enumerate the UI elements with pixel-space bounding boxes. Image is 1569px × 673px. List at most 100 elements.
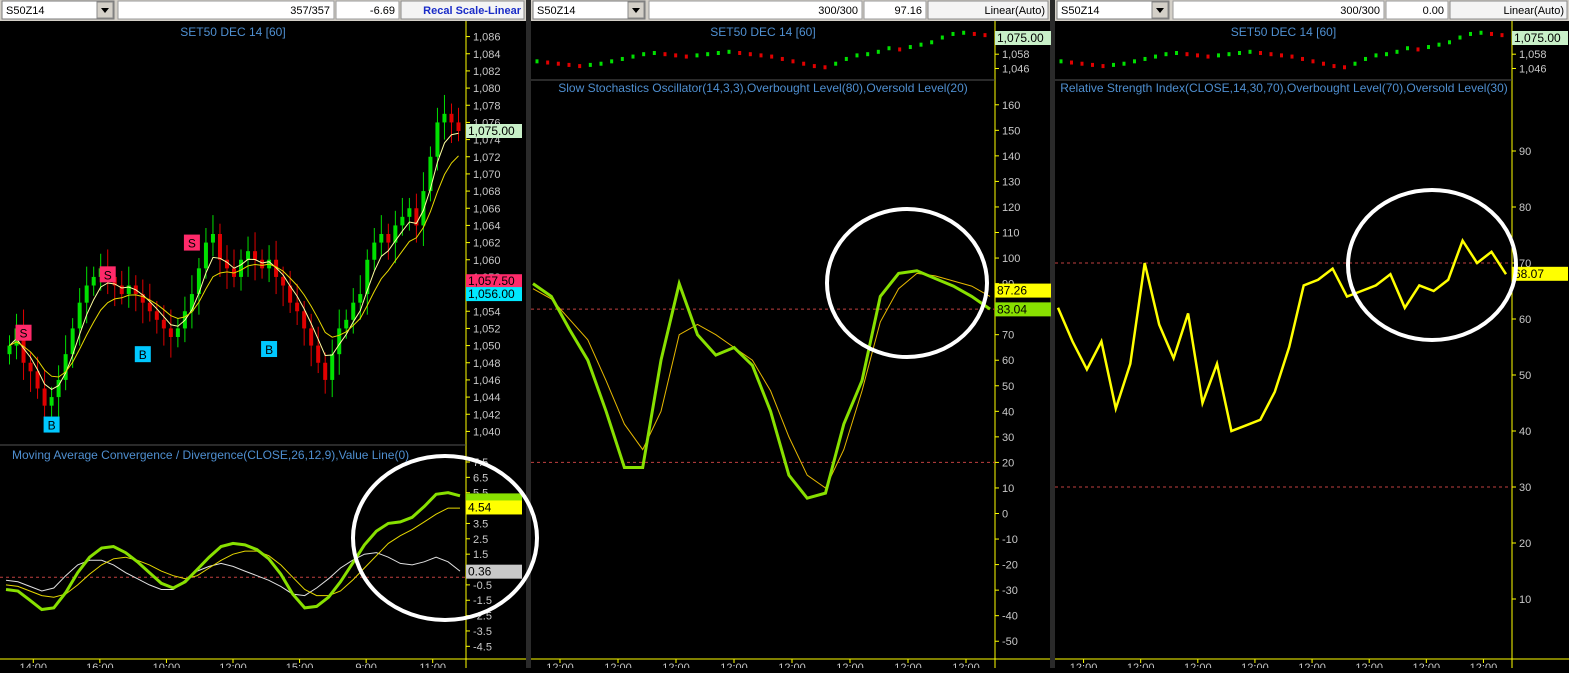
signal-marker-label: B bbox=[48, 419, 56, 433]
y-tick-label: 60 bbox=[1002, 355, 1014, 367]
mini-candle bbox=[812, 64, 816, 69]
mini-candle bbox=[748, 52, 752, 57]
candle-body bbox=[372, 242, 377, 260]
mini-candle bbox=[1280, 53, 1283, 58]
mini-candle bbox=[1196, 53, 1199, 58]
mini-candle bbox=[567, 62, 571, 67]
y-tick-label: 10 bbox=[1519, 594, 1531, 606]
rsi-value-tag-text: 68.07 bbox=[1514, 267, 1544, 281]
mini-candle bbox=[1458, 35, 1462, 40]
mini-candle bbox=[1269, 52, 1273, 57]
y-tick-label: 1,064 bbox=[473, 220, 501, 232]
candle-body bbox=[379, 234, 384, 243]
y-tick-label: 1,044 bbox=[473, 392, 501, 404]
window-splitter[interactable] bbox=[1050, 0, 1055, 668]
y-tick-label: -50 bbox=[1002, 636, 1018, 648]
mini-candle bbox=[1301, 56, 1304, 61]
y-tick-label: 3.5 bbox=[473, 518, 488, 530]
mini-candle bbox=[844, 56, 848, 61]
stoch-d-tag-text: 83.04 bbox=[997, 302, 1027, 316]
candle-body bbox=[323, 362, 328, 380]
x-tick-label: 12:00 bbox=[894, 662, 922, 668]
mini-candle bbox=[642, 52, 646, 57]
x-tick-label: 15:00 bbox=[286, 662, 314, 668]
y-tick-label: -40 bbox=[1002, 611, 1018, 623]
candle-body bbox=[400, 216, 405, 226]
x-tick-label: 16:00 bbox=[86, 662, 114, 668]
y-tick-label: 30 bbox=[1519, 482, 1531, 494]
candle-body bbox=[77, 302, 82, 329]
mini-candle bbox=[834, 61, 838, 66]
mini-candle bbox=[1175, 51, 1178, 55]
candle-body bbox=[449, 113, 454, 123]
record-count: 300/300 bbox=[1340, 5, 1380, 17]
candle-body bbox=[302, 311, 307, 329]
candle-body bbox=[344, 319, 349, 329]
mini-candle bbox=[780, 56, 784, 61]
y-tick-label: 1,042 bbox=[473, 409, 501, 421]
y-tick-label: 6.5 bbox=[473, 472, 488, 484]
x-tick-label: 9:00 bbox=[355, 662, 376, 668]
mini-candle bbox=[876, 49, 880, 54]
x-tick-label: 12:00 bbox=[1127, 662, 1155, 668]
chart-window-3 bbox=[1055, 0, 1569, 668]
y-tick-label: 40 bbox=[1519, 426, 1531, 438]
candle-body bbox=[358, 294, 363, 303]
y-tick-label: 140 bbox=[1002, 151, 1020, 163]
mini-candle bbox=[1080, 61, 1084, 66]
mini-candle bbox=[1332, 64, 1336, 69]
candle-body bbox=[168, 328, 173, 337]
signal-marker-label: S bbox=[104, 268, 112, 282]
symbol-select-value: S50Z14 bbox=[6, 5, 45, 17]
x-tick-label: 12:00 bbox=[1413, 662, 1441, 668]
record-count: 357/357 bbox=[290, 5, 330, 17]
signal-value-tag-text: 4.54 bbox=[468, 500, 492, 514]
x-tick-label: 12:00 bbox=[836, 662, 864, 668]
x-tick-label: 12:00 bbox=[1070, 662, 1098, 668]
candle-body bbox=[203, 242, 208, 269]
y-tick-label: -10 bbox=[1002, 534, 1018, 546]
y-tick-label: 1,068 bbox=[473, 186, 501, 198]
mini-price-title: SET50 DEC 14 [60] bbox=[710, 25, 815, 39]
trading-workspace: S50Z14 357/357 -6.69 Recal Scale-Linear S50Z… bbox=[0, 0, 1569, 673]
mini-candle bbox=[1070, 60, 1073, 65]
chart-window-1 bbox=[0, 0, 526, 668]
mini-candle bbox=[706, 52, 710, 57]
y-tick-label: 0 bbox=[1002, 509, 1008, 521]
mini-candle bbox=[930, 40, 934, 45]
candle-body bbox=[316, 345, 321, 363]
candle-body bbox=[147, 302, 152, 312]
y-tick-label: 1,066 bbox=[473, 203, 501, 215]
y-tick-label: 1,054 bbox=[473, 306, 501, 318]
y-tick-label: 2.5 bbox=[473, 534, 488, 546]
stoch-k-tag-text: 87.26 bbox=[997, 284, 1027, 298]
mini-candle bbox=[887, 46, 891, 51]
mini-candle bbox=[652, 51, 656, 55]
x-tick-label: 12:00 bbox=[219, 662, 247, 668]
mini-candle bbox=[546, 60, 550, 65]
y-tick-label: 1,070 bbox=[473, 169, 501, 181]
candle-body bbox=[407, 208, 412, 217]
mini-candle bbox=[1322, 61, 1325, 66]
mini-candle bbox=[770, 54, 774, 59]
mini-last-price-tag-text: 1,075.00 bbox=[997, 31, 1044, 45]
signal-marker-label: B bbox=[265, 343, 273, 357]
header-value: 97.16 bbox=[894, 5, 922, 17]
candle-body bbox=[386, 234, 391, 243]
mini-candle bbox=[1353, 61, 1357, 66]
y-tick-label: 120 bbox=[1002, 202, 1020, 214]
mini-candle bbox=[983, 33, 987, 38]
mini-candle bbox=[1154, 54, 1157, 59]
header-value: -6.69 bbox=[370, 5, 395, 17]
x-tick-label: 14:00 bbox=[20, 662, 48, 668]
y-tick-label: 1,046 bbox=[473, 375, 501, 387]
y-tick-label: -0.5 bbox=[473, 580, 492, 592]
y-tick-label: 150 bbox=[1002, 125, 1020, 137]
mini-candle bbox=[1091, 62, 1094, 67]
y-tick-label: 60 bbox=[1519, 314, 1531, 326]
mini-candle bbox=[1448, 40, 1451, 45]
y-tick-label: 1,072 bbox=[473, 152, 501, 164]
x-tick-label: 12:00 bbox=[1184, 662, 1212, 668]
mini-candle bbox=[1395, 49, 1399, 54]
mini-candle bbox=[1290, 54, 1294, 59]
